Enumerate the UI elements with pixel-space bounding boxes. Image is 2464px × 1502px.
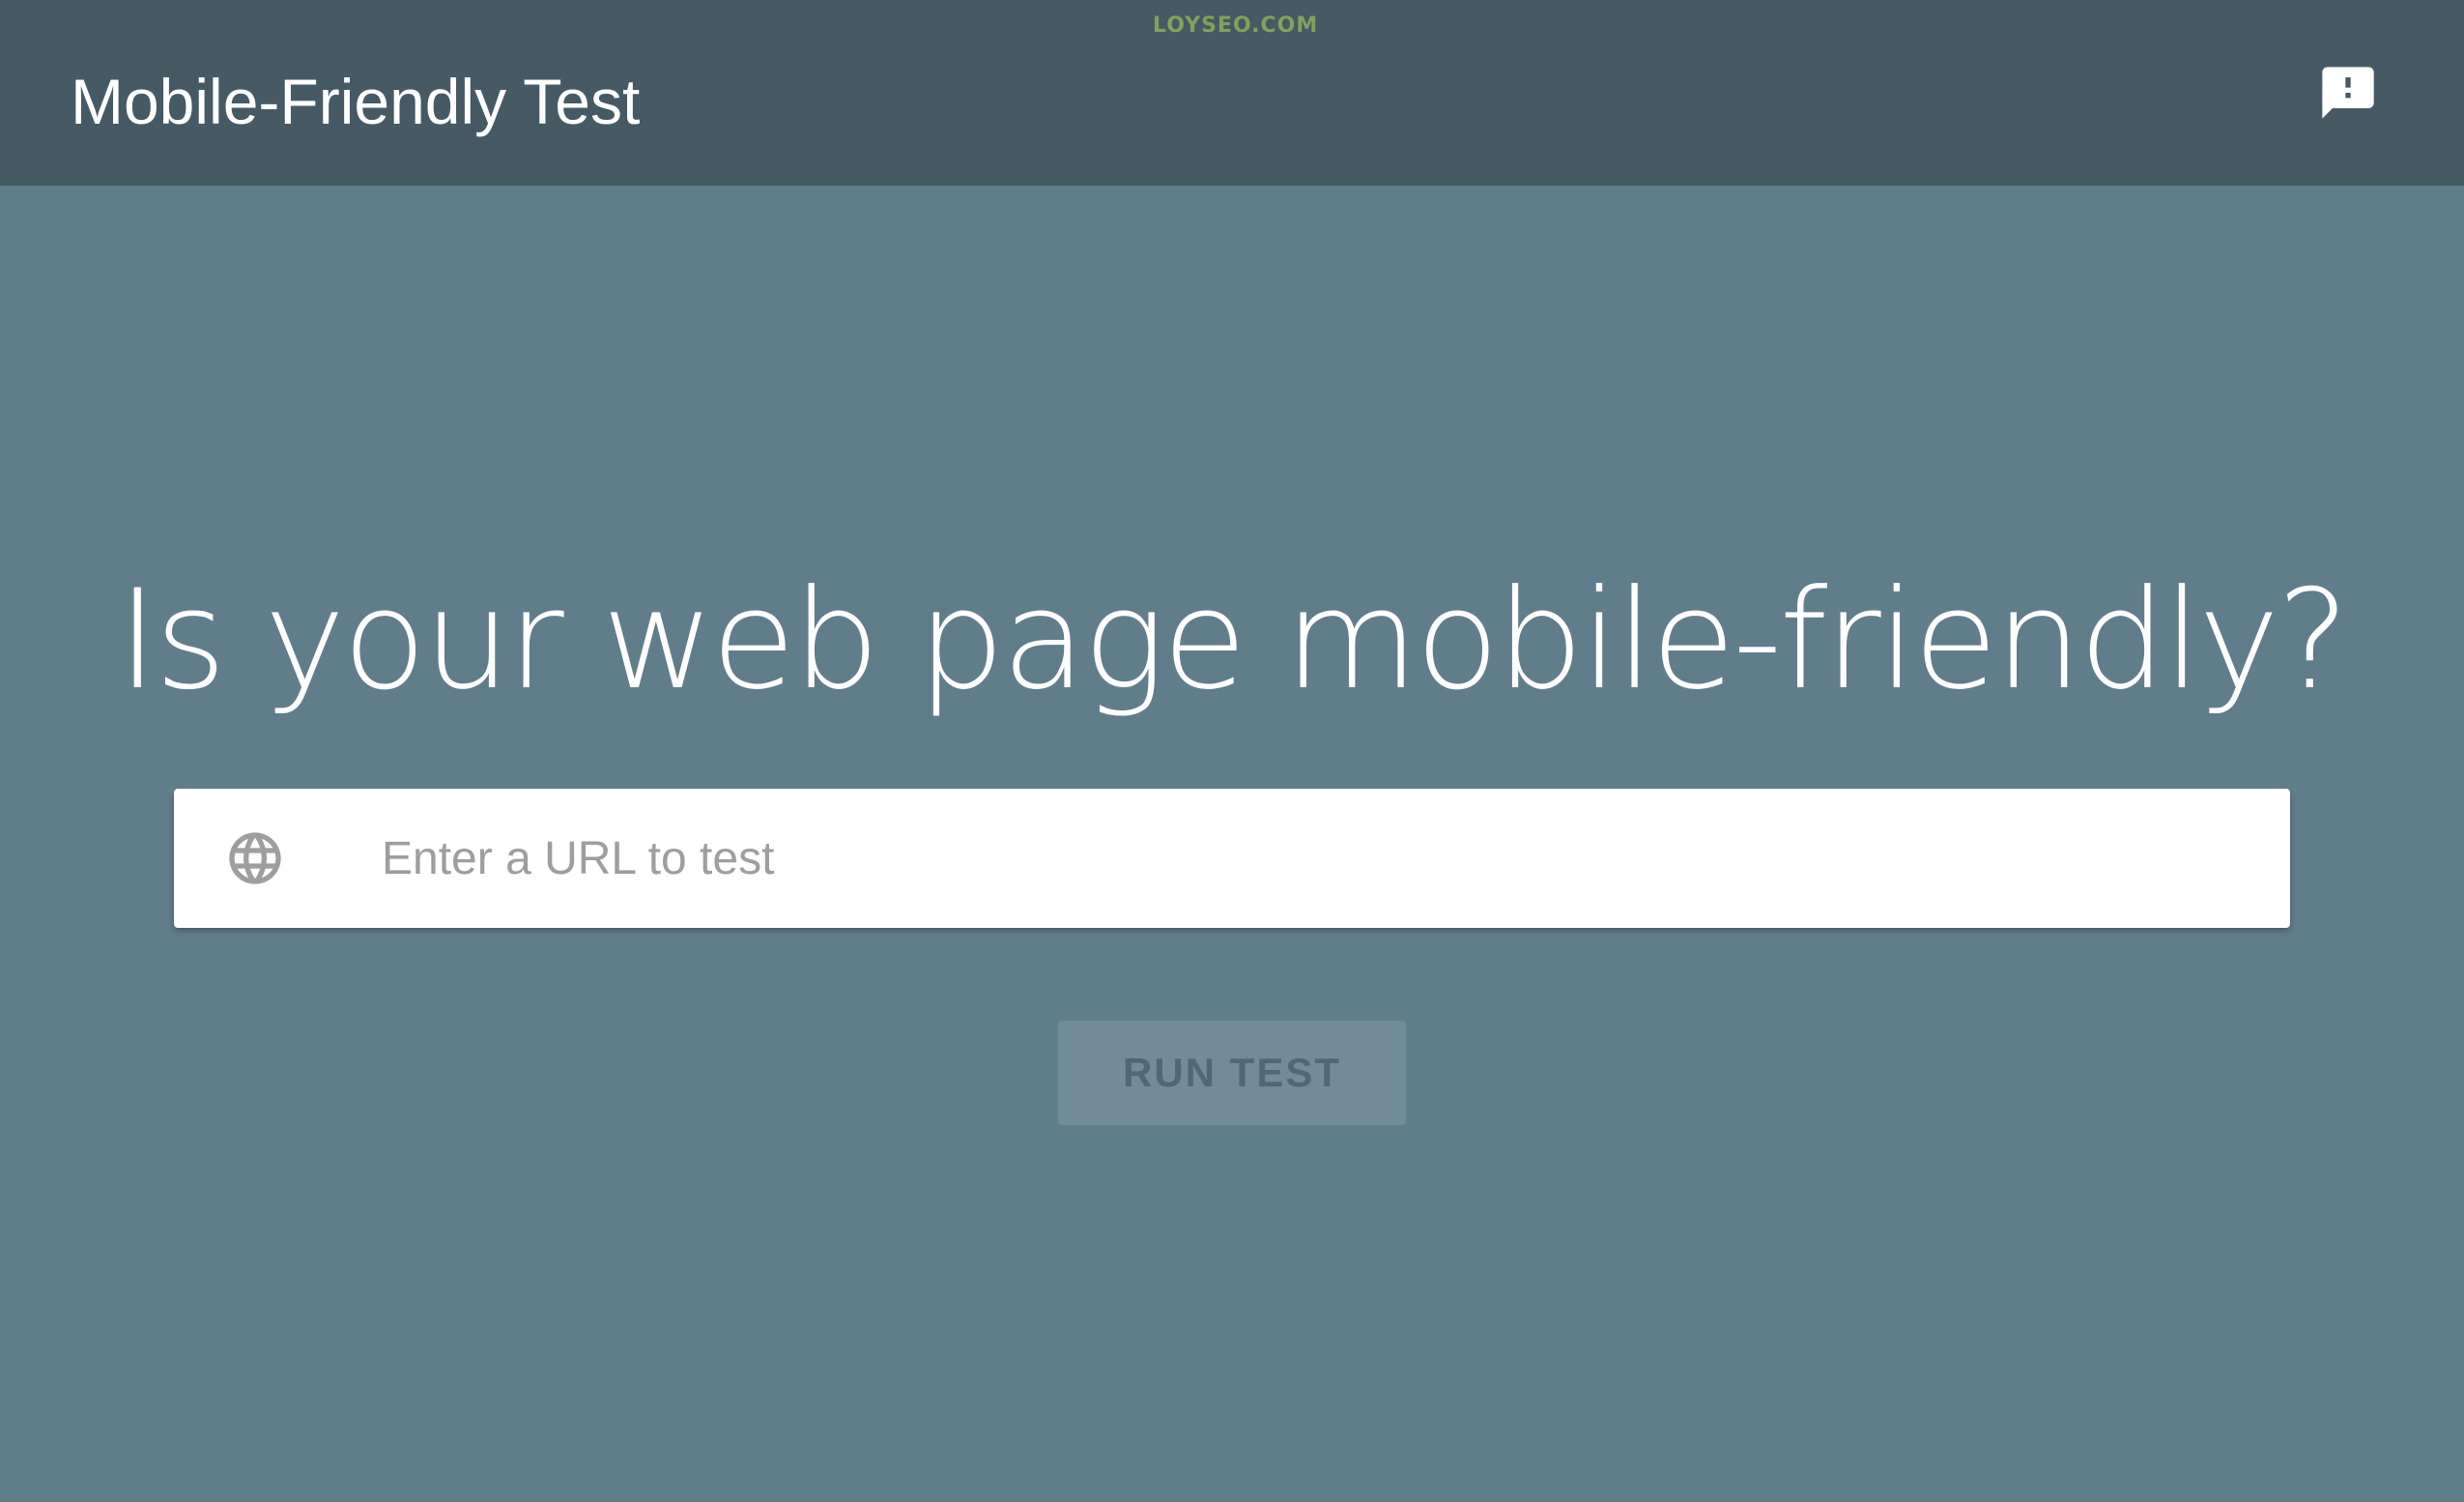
- app-bar: Mobile-Friendly Test LOYSEO.COM: [0, 0, 2464, 186]
- url-input-card[interactable]: [174, 789, 2290, 928]
- feedback-button[interactable]: [2317, 62, 2379, 124]
- url-input[interactable]: [382, 810, 2247, 907]
- globe-icon: [224, 827, 286, 889]
- watermark: LOYSEO.COM: [1153, 14, 1319, 38]
- app-title: Mobile-Friendly Test: [71, 66, 641, 137]
- page-headline: Is your web page mobile-friendly?: [117, 561, 2349, 720]
- run-test-button[interactable]: RUN TEST: [1058, 1021, 1406, 1125]
- feedback-icon: [2317, 62, 2379, 124]
